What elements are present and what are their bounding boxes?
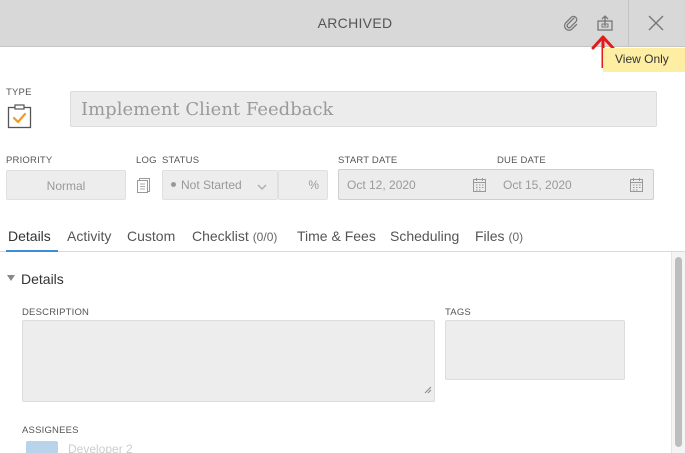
- priority-select[interactable]: Normal: [6, 170, 126, 200]
- assignee-avatar[interactable]: [26, 441, 58, 453]
- tab-details[interactable]: Details: [8, 228, 51, 244]
- scrollbar-thumb[interactable]: [675, 257, 682, 447]
- task-clipboard-icon[interactable]: [7, 104, 33, 135]
- task-title-input[interactable]: Implement Client Feedback: [70, 91, 657, 127]
- header-divider: [628, 0, 629, 47]
- assignees-label: ASSIGNEES: [22, 425, 79, 436]
- details-heading: Details: [21, 271, 64, 287]
- tab-bar: Details Activity Custom Checklist (0/0) …: [0, 226, 685, 252]
- date-range-field: Oct 12, 2020 Oct 15, 2020: [338, 169, 654, 200]
- log-label: LOG: [136, 155, 157, 166]
- calendar-icon[interactable]: [630, 178, 643, 197]
- tags-field[interactable]: [445, 320, 625, 380]
- caret-down-icon: [7, 275, 15, 282]
- tab-checklist[interactable]: Checklist (0/0): [192, 228, 277, 244]
- assignee-name: Developer 2: [68, 442, 133, 453]
- tab-files[interactable]: Files (0): [475, 228, 523, 244]
- chevron-down-icon: [257, 180, 267, 194]
- dialog-header: ARCHIVED: [0, 0, 685, 47]
- type-label: TYPE: [6, 87, 32, 98]
- paperclip-icon[interactable]: [559, 11, 583, 35]
- status-dot-icon: [171, 182, 176, 188]
- details-section-toggle[interactable]: Details: [7, 271, 64, 287]
- close-icon[interactable]: [644, 11, 668, 35]
- status-value: Not Started: [181, 178, 242, 192]
- log-icon[interactable]: [137, 177, 151, 198]
- content-scrollbar[interactable]: [671, 252, 685, 453]
- tags-label: TAGS: [445, 307, 471, 318]
- status-label: STATUS: [162, 155, 200, 166]
- tab-scheduling[interactable]: Scheduling: [390, 228, 459, 244]
- tab-time-and-fees[interactable]: Time & Fees: [297, 228, 376, 244]
- due-date-label: DUE DATE: [497, 155, 546, 166]
- tab-custom[interactable]: Custom: [127, 228, 175, 244]
- percent-complete-input[interactable]: %: [278, 170, 328, 200]
- description-label: DESCRIPTION: [22, 307, 90, 318]
- description-textarea[interactable]: [22, 320, 435, 402]
- status-select[interactable]: Not Started: [162, 170, 278, 200]
- due-date-input[interactable]: Oct 15, 2020: [503, 178, 572, 192]
- start-date-label: START DATE: [338, 155, 398, 166]
- priority-label: PRIORITY: [6, 155, 53, 166]
- view-only-tooltip: View Only: [603, 48, 685, 72]
- resize-handle-icon[interactable]: [424, 381, 432, 399]
- export-icon[interactable]: [593, 11, 617, 35]
- active-tab-indicator: [6, 250, 58, 252]
- tab-activity[interactable]: Activity: [67, 228, 111, 244]
- start-date-input[interactable]: Oct 12, 2020: [347, 178, 416, 192]
- calendar-icon[interactable]: [473, 178, 486, 197]
